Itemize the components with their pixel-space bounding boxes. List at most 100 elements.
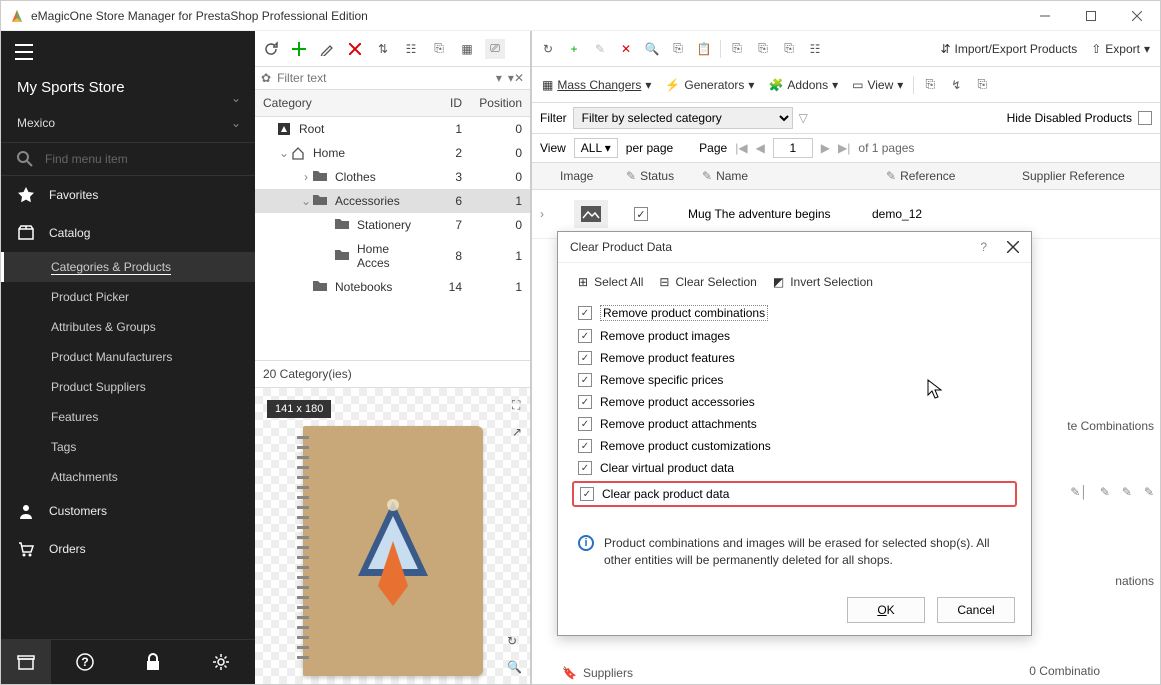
- sidebar-subitem-tags[interactable]: Tags: [1, 432, 255, 462]
- suppliers-tab[interactable]: Suppliers: [583, 666, 633, 680]
- tool-button-4[interactable]: ▦: [457, 39, 477, 59]
- category-filter-input[interactable]: [277, 71, 490, 85]
- filter-select[interactable]: Filter by selected category: [573, 107, 793, 129]
- category-tree[interactable]: Root10⌄Home20›Clothes30⌄Accessories61Sta…: [255, 117, 530, 360]
- checkbox[interactable]: [578, 306, 592, 320]
- sidebar-subitem-features[interactable]: Features: [1, 402, 255, 432]
- checkbox[interactable]: [578, 417, 592, 431]
- sidebar-subitem-attributes-groups[interactable]: Attributes & Groups: [1, 312, 255, 342]
- expand-icon[interactable]: ⛶: [512, 398, 522, 413]
- sidebar-search[interactable]: Find menu item: [1, 142, 255, 176]
- category-row[interactable]: Home Acces81: [255, 237, 530, 275]
- tool-button[interactable]: ⎘: [727, 39, 747, 59]
- settings-button[interactable]: [187, 640, 255, 684]
- sidebar-subitem-product-suppliers[interactable]: Product Suppliers: [1, 372, 255, 402]
- mass-changers-button[interactable]: ▦Mass Changers▾: [538, 76, 655, 94]
- locale-selector[interactable]: Mexico ⌄: [1, 110, 255, 142]
- expand-row-icon[interactable]: ›: [540, 207, 554, 221]
- tool-button-3[interactable]: ⎘: [429, 39, 449, 59]
- search-button[interactable]: 🔍: [642, 39, 662, 59]
- sidebar-item-favorites[interactable]: Favorites: [1, 176, 255, 214]
- hide-disabled-checkbox[interactable]: [1138, 111, 1152, 125]
- category-row[interactable]: ⌄Home20: [255, 141, 530, 165]
- dialog-option-row[interactable]: Remove product images: [578, 325, 1011, 347]
- generators-button[interactable]: ⚡Generators▾: [661, 76, 758, 94]
- dialog-option-row[interactable]: Remove product combinations: [578, 301, 1011, 325]
- status-checkbox[interactable]: [634, 207, 648, 221]
- dialog-option-row[interactable]: Clear virtual product data: [578, 457, 1011, 479]
- next-page-button[interactable]: ▶: [821, 141, 830, 155]
- tool-button[interactable]: ⎘: [753, 39, 773, 59]
- view-per-page-select[interactable]: ALL▾: [574, 138, 618, 158]
- dialog-option-row[interactable]: Remove product features: [578, 347, 1011, 369]
- sidebar-subitem-product-manufacturers[interactable]: Product Manufacturers: [1, 342, 255, 372]
- dialog-close-button[interactable]: [1007, 241, 1019, 253]
- category-row[interactable]: ⌄Accessories61: [255, 189, 530, 213]
- sidebar-subitem-categories-products[interactable]: Categories & Products: [1, 252, 255, 282]
- tool-button-5[interactable]: ⎚: [485, 39, 505, 59]
- window-minimize-button[interactable]: [1022, 1, 1068, 31]
- clear-filter-icon[interactable]: ▾✕: [508, 71, 524, 85]
- dialog-option-row[interactable]: Clear pack product data: [572, 481, 1017, 507]
- tool-button[interactable]: ⎘: [972, 75, 992, 95]
- category-row[interactable]: Root10: [255, 117, 530, 141]
- sidebar-item-orders[interactable]: Orders: [1, 530, 255, 568]
- twist-icon[interactable]: ›: [299, 170, 313, 184]
- copy-button[interactable]: ⎘: [668, 39, 688, 59]
- sidebar-item-catalog[interactable]: Catalog: [1, 214, 255, 252]
- tool-button[interactable]: ☷: [805, 39, 825, 59]
- view-button[interactable]: ▭View▾: [848, 76, 907, 94]
- prev-page-button[interactable]: ◀: [756, 141, 765, 155]
- tool-button-1[interactable]: ⇅: [373, 39, 393, 59]
- dialog-option-row[interactable]: Remove product accessories: [578, 391, 1011, 413]
- add-button[interactable]: +: [564, 39, 584, 59]
- dialog-option-row[interactable]: Remove specific prices: [578, 369, 1011, 391]
- dialog-help-button[interactable]: ?: [980, 240, 987, 254]
- invert-selection-button[interactable]: ◩Invert Selection: [773, 275, 873, 289]
- category-row[interactable]: ›Clothes30: [255, 165, 530, 189]
- refresh-button[interactable]: ↻: [538, 39, 558, 59]
- paste-button[interactable]: 📋: [694, 39, 714, 59]
- dialog-option-row[interactable]: Remove product attachments: [578, 413, 1011, 435]
- import-export-button[interactable]: ⇵Import/Export Products: [936, 40, 1081, 58]
- export-button[interactable]: ⇧Export▾: [1087, 40, 1154, 58]
- store-selector[interactable]: My Sports Store ⌄: [1, 73, 255, 110]
- refresh-button[interactable]: [261, 39, 281, 59]
- first-page-button[interactable]: |◀: [735, 141, 747, 155]
- ok-button[interactable]: OK: [847, 597, 925, 623]
- category-row[interactable]: Stationery70: [255, 213, 530, 237]
- twist-icon[interactable]: ⌄: [299, 194, 313, 208]
- filter-funnel-icon[interactable]: ▽: [799, 111, 808, 125]
- external-icon[interactable]: ↗: [512, 425, 522, 439]
- hamburger-button[interactable]: [1, 31, 255, 73]
- tool-button[interactable]: ⎘: [920, 75, 940, 95]
- checkbox[interactable]: [578, 461, 592, 475]
- checkbox[interactable]: [578, 351, 592, 365]
- last-page-button[interactable]: ▶|: [838, 141, 850, 155]
- refresh-preview-icon[interactable]: ↻: [507, 634, 522, 648]
- delete-button[interactable]: [345, 39, 365, 59]
- add-button[interactable]: [289, 39, 309, 59]
- addons-button[interactable]: 🧩Addons▾: [764, 76, 842, 94]
- checkbox[interactable]: [578, 395, 592, 409]
- page-input[interactable]: [773, 138, 813, 158]
- dialog-option-row[interactable]: Remove product customizations: [578, 435, 1011, 457]
- window-close-button[interactable]: [1114, 1, 1160, 31]
- checkbox[interactable]: [578, 329, 592, 343]
- lock-button[interactable]: [119, 640, 187, 684]
- delete-button[interactable]: ✕: [616, 39, 636, 59]
- cancel-button[interactable]: Cancel: [937, 597, 1015, 623]
- archive-button[interactable]: [1, 640, 51, 684]
- sidebar-subitem-product-picker[interactable]: Product Picker: [1, 282, 255, 312]
- edit-button[interactable]: [317, 39, 337, 59]
- clear-selection-button[interactable]: ⊟Clear Selection: [659, 275, 756, 289]
- checkbox[interactable]: [580, 487, 594, 501]
- window-maximize-button[interactable]: [1068, 1, 1114, 31]
- help-button[interactable]: ?: [51, 640, 119, 684]
- checkbox[interactable]: [578, 439, 592, 453]
- filter-icon[interactable]: ▾: [496, 71, 502, 85]
- tool-button[interactable]: ⎘: [779, 39, 799, 59]
- category-row[interactable]: Notebooks141: [255, 275, 530, 299]
- tool-button-2[interactable]: ☷: [401, 39, 421, 59]
- select-all-button[interactable]: ⊞Select All: [578, 275, 643, 289]
